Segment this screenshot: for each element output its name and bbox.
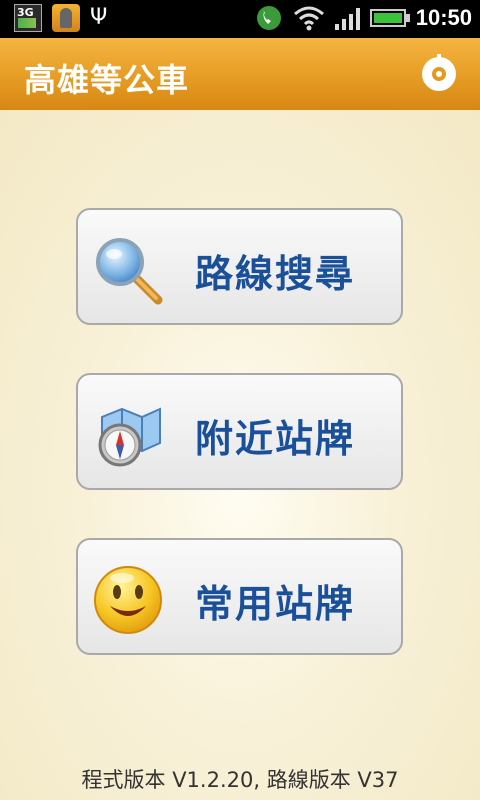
network-type-label: 3G [17, 6, 34, 19]
clock: 10:50 [415, 5, 472, 30]
favorite-stops-button[interactable]: 常用站牌 [76, 538, 403, 655]
route-search-label: 路線搜尋 [195, 252, 356, 296]
signal-strength-icon [334, 6, 360, 30]
smiley-icon [94, 566, 162, 634]
route-search-button[interactable]: 路線搜尋 [76, 208, 403, 325]
app-notification-icon [52, 4, 80, 32]
version-info: 程式版本 V1.2.20, 路線版本 V37 [81, 768, 399, 792]
favorite-stops-label: 常用站牌 [195, 582, 356, 626]
magnifier-icon [96, 238, 163, 305]
battery-icon [369, 9, 410, 27]
wifi-icon [293, 6, 324, 31]
call-icon [256, 6, 281, 30]
nearby-stops-label: 附近站牌 [195, 417, 356, 461]
app-title: 高雄等公車 [24, 61, 190, 99]
map-compass-icon [98, 407, 161, 467]
nearby-stops-button[interactable]: 附近站牌 [76, 373, 403, 490]
status-bar: 3G Ψ 10:50 [0, 0, 480, 38]
power-settings-button[interactable] [422, 54, 456, 91]
3g-data-icon: 3G [14, 4, 42, 32]
app-title-bar: 高雄等公車 [0, 38, 480, 110]
usb-icon: Ψ [90, 5, 108, 30]
